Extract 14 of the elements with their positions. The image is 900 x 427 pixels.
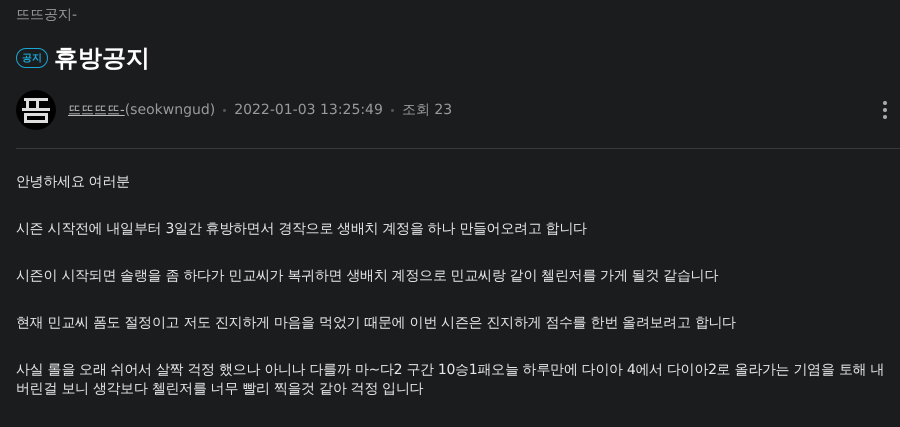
notice-badge: 공지 — [16, 48, 48, 68]
avatar-icon[interactable] — [16, 90, 56, 130]
post-date: 2022-01-03 13:25:49 — [234, 102, 383, 118]
post-title: 휴방공지 — [54, 43, 150, 74]
body-paragraph: 시즌 시작전에 내일부터 3일간 휴방하면서 경작으로 생배치 계정을 하나 만들어오려고 합니다 — [16, 220, 588, 239]
author-name[interactable]: 뜨뜨뜨뜨- — [68, 101, 125, 119]
body-paragraph: 시즌이 시작되면 솔랭을 좀 하다가 민교씨가 복귀하면 생배치 계정으로 민교씨랑 같이 첼린저를 가게 될것 같습니다 — [16, 267, 720, 286]
board-name[interactable]: 뜨뜨공지- — [16, 6, 900, 28]
body-paragraph: 사실 롤을 오래 쉬어서 살짝 걱정 했으나 아니나 다를까 마~다2 구간 10승1패오늘 하루만에 다이아 4에서 다이아2로 올라가는 기염을 토해 내버린걸 보니 생각보다 첼린저를 너무 빨리 찍을것 같아 걱정 입니다 — [16, 361, 886, 399]
body-paragraph: 현재 민교씨 폼도 절정이고 저도 진지하게 마음을 먹었기 때문에 이번 시즌은 진지하게 점수를 한번 올려보려고 합니다 — [16, 314, 737, 333]
view-count: 조회 23 — [402, 101, 452, 119]
author-id: (seokwngud) — [124, 102, 216, 118]
more-icon[interactable] — [882, 100, 888, 120]
body-paragraph: 안녕하세요 여러분 — [16, 173, 131, 192]
